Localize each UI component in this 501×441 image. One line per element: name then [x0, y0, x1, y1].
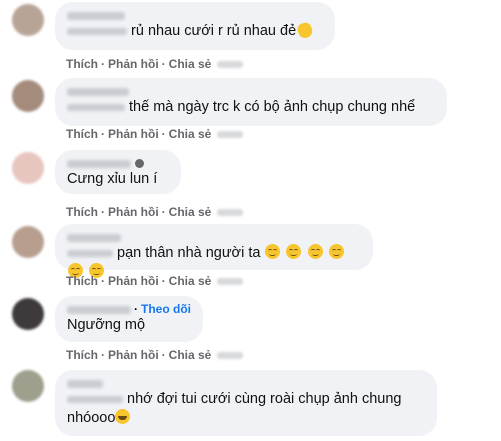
avatar[interactable] — [12, 370, 44, 402]
avatar[interactable] — [12, 80, 44, 112]
like-button[interactable]: Thích — [66, 57, 98, 71]
timestamp[interactable] — [217, 61, 244, 69]
comment-text-line-1: nhớ đợi tui cưới cùng roài chụp ảnh chun… — [127, 391, 402, 407]
avatar[interactable] — [12, 298, 44, 330]
author-name[interactable] — [67, 84, 435, 98]
comment-actions: Thích · Phản hồi · Chia sẻ — [66, 348, 244, 362]
avatar[interactable] — [12, 4, 44, 36]
like-button[interactable]: Thích — [66, 127, 98, 141]
follow-button[interactable]: Theo dõi — [141, 302, 191, 316]
clapping-hands-icon — [296, 21, 315, 40]
author-name[interactable] — [67, 376, 425, 390]
reply-button[interactable]: Phản hồi — [108, 127, 159, 141]
author-name[interactable] — [67, 8, 323, 22]
comment-bubble: thế mà ngày trc k có bộ ảnh chụp chung n… — [55, 78, 447, 126]
author-name[interactable] — [67, 156, 169, 170]
comment-actions: Thích · Phản hồi · Chia sẻ — [66, 57, 244, 71]
like-button[interactable]: Thích — [66, 274, 98, 288]
relieved-face-icon — [265, 244, 281, 259]
comment-text: thế mà ngày trc k có bộ ảnh chụp chung n… — [129, 99, 416, 115]
relieved-face-icon — [286, 244, 302, 259]
timestamp[interactable] — [217, 352, 244, 360]
avatar[interactable] — [12, 226, 44, 258]
share-button[interactable]: Chia sẻ — [169, 57, 212, 71]
comment-text: pạn thân nhà người ta — [117, 245, 261, 261]
author-name[interactable] — [67, 230, 361, 244]
reply-button[interactable]: Phản hồi — [108, 205, 159, 219]
author-name[interactable] — [67, 305, 131, 314]
reply-button[interactable]: Phản hồi — [108, 348, 159, 362]
comment-text-line-2: nhóooo — [67, 410, 116, 426]
comment-text: rủ nhau cưới r rủ nhau đẻ — [131, 23, 297, 39]
share-button[interactable]: Chia sẻ — [169, 127, 212, 141]
comment-text: Cưng xỉu lun í — [67, 171, 158, 187]
timestamp[interactable] — [217, 278, 244, 286]
comment-bubble: pạn thân nhà người ta — [55, 224, 373, 278]
timestamp[interactable] — [217, 209, 244, 217]
comment-actions: Thích · Phản hồi · Chia sẻ — [66, 205, 244, 219]
reply-button[interactable]: Phản hồi — [108, 274, 159, 288]
comment-actions: Thích · Phản hồi · Chia sẻ — [66, 127, 244, 141]
comment-bubble: Cưng xỉu lun í — [55, 150, 181, 194]
comment-actions: Thích · Phản hồi · Chia sẻ — [66, 274, 244, 288]
avatar[interactable] — [12, 152, 44, 184]
share-button[interactable]: Chia sẻ — [169, 205, 212, 219]
reply-button[interactable]: Phản hồi — [108, 57, 159, 71]
comment-bubble: rủ nhau cưới r rủ nhau đẻ — [55, 2, 335, 50]
comment-bubble: nhớ đợi tui cưới cùng roài chụp ảnh chun… — [55, 370, 437, 436]
share-button[interactable]: Chia sẻ — [169, 348, 212, 362]
comment-text: Ngưỡng mộ — [67, 317, 146, 333]
grinning-face-icon — [115, 409, 131, 424]
share-button[interactable]: Chia sẻ — [169, 274, 212, 288]
reaction-icon — [135, 159, 144, 169]
relieved-face-icon — [307, 244, 323, 259]
relieved-face-icon — [328, 244, 344, 259]
comment-bubble: · Theo dõi Ngưỡng mộ — [55, 296, 203, 342]
like-button[interactable]: Thích — [66, 205, 98, 219]
timestamp[interactable] — [217, 131, 244, 139]
like-button[interactable]: Thích — [66, 348, 98, 362]
